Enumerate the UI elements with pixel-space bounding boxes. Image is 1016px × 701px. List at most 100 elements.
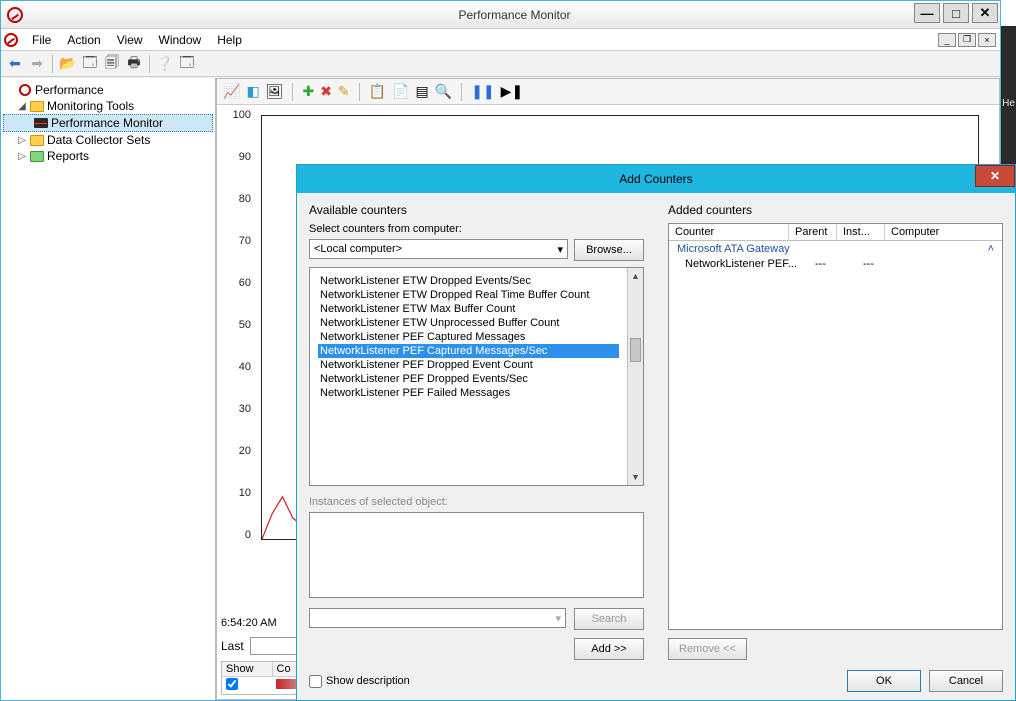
- copy-icon[interactable]: 🗐: [102, 54, 122, 74]
- counter-item[interactable]: NetworkListener PEF Failed Messages: [318, 386, 619, 400]
- search-button[interactable]: Search: [574, 608, 644, 630]
- menubar: File Action View Window Help _ ❐ ×: [1, 29, 1000, 51]
- separator: [149, 55, 150, 73]
- app-icon-small: [4, 33, 18, 47]
- added-column: Added counters Counter Parent Inst... Co…: [668, 203, 1003, 660]
- col-counter[interactable]: Counter: [669, 224, 789, 240]
- tree-reports[interactable]: ▷Reports: [3, 148, 213, 164]
- menu-help[interactable]: Help: [209, 30, 250, 50]
- chart-type-icon[interactable]: 📈: [223, 83, 240, 100]
- dialog-close-button[interactable]: ✕: [975, 165, 1015, 187]
- add-button[interactable]: Add >>: [574, 638, 644, 660]
- freeze-icon[interactable]: ❚❚: [471, 83, 494, 100]
- add-counter-icon[interactable]: ✚: [302, 83, 314, 100]
- col-computer[interactable]: Computer: [885, 224, 1002, 240]
- legend-col-show[interactable]: Show: [222, 662, 272, 677]
- forward-icon[interactable]: ➡: [27, 54, 47, 74]
- counter-item[interactable]: NetworkListener PEF Dropped Events/Sec: [318, 372, 619, 386]
- ok-button[interactable]: OK: [847, 670, 921, 692]
- mdi-restore[interactable]: ❐: [958, 33, 976, 47]
- instances-label: Instances of selected object:: [309, 496, 644, 508]
- update-icon[interactable]: ▶❚: [501, 83, 524, 100]
- tree-perfmon[interactable]: Performance Monitor: [3, 114, 213, 132]
- counter-item[interactable]: NetworkListener ETW Max Buffer Count: [318, 302, 619, 316]
- chart-toolbar: 📈 ◧ 🖼 ✚ ✖ ✎ 📋 📄 ▤ 🔍 ❚❚ ▶❚: [217, 79, 999, 105]
- col-instance[interactable]: Inst...: [837, 224, 885, 240]
- dialog-body: Available counters Select counters from …: [297, 193, 1015, 700]
- counter-item[interactable]: NetworkListener PEF Captured Messages: [318, 330, 619, 344]
- tree-label: Reports: [47, 149, 89, 163]
- col-parent[interactable]: Parent: [789, 224, 837, 240]
- counter-item[interactable]: NetworkListener ETW Unprocessed Buffer C…: [318, 316, 619, 330]
- x-axis-label: 6:54:20 AM: [221, 617, 277, 629]
- counter-listbox[interactable]: NetworkListener ETW Dropped Events/SecNe…: [309, 267, 644, 486]
- image-icon[interactable]: 🖼: [266, 83, 284, 100]
- maximize-button[interactable]: □: [943, 3, 969, 23]
- paste-icon[interactable]: 📄: [392, 83, 409, 100]
- computer-combo[interactable]: <Local computer>▾: [309, 239, 568, 259]
- menu-view[interactable]: View: [109, 30, 151, 50]
- tree-data-collector-sets[interactable]: ▷Data Collector Sets: [3, 132, 213, 148]
- ytick: 30: [221, 403, 251, 415]
- back-icon[interactable]: ⬅: [5, 54, 25, 74]
- titlebar: Performance Monitor — □ ✕: [1, 1, 1000, 29]
- browse-button[interactable]: Browse...: [574, 239, 644, 261]
- remove-button[interactable]: Remove <<: [668, 638, 747, 660]
- show-description-checkbox[interactable]: Show description: [309, 675, 410, 688]
- cube-icon[interactable]: ◧: [246, 83, 259, 100]
- folder-icon[interactable]: 📂: [58, 54, 78, 74]
- mdi-controls: _ ❐ ×: [938, 33, 1000, 47]
- props-icon[interactable]: 🗔: [177, 54, 197, 74]
- ytick: 50: [221, 319, 251, 331]
- menu-file[interactable]: File: [24, 30, 59, 50]
- app-icon: [7, 7, 23, 23]
- counter-item[interactable]: NetworkListener PEF Dropped Event Count: [318, 358, 619, 372]
- highlight-icon[interactable]: ✎: [338, 83, 350, 100]
- mdi-minimize[interactable]: _: [938, 33, 956, 47]
- ytick: 100: [221, 109, 251, 121]
- help-icon[interactable]: ❔: [155, 54, 175, 74]
- counter-item[interactable]: NetworkListener ETW Dropped Real Time Bu…: [318, 288, 619, 302]
- dialog-title: Add Counters: [619, 172, 692, 186]
- copy-icon[interactable]: 📋: [369, 83, 386, 100]
- window-buttons: — □ ✕: [914, 3, 998, 23]
- close-button[interactable]: ✕: [972, 3, 998, 23]
- tree-monitoring-tools[interactable]: ◢Monitoring Tools: [3, 98, 213, 114]
- mdi-close[interactable]: ×: [978, 33, 996, 47]
- ytick: 70: [221, 235, 251, 247]
- added-row[interactable]: NetworkListener PEF... --- ---: [669, 257, 1002, 271]
- tree-performance[interactable]: Performance: [3, 82, 213, 98]
- search-combo[interactable]: ▾: [309, 608, 566, 628]
- menu-window[interactable]: Window: [151, 30, 210, 50]
- scrollbar[interactable]: ▲▼: [627, 268, 643, 485]
- menu-action[interactable]: Action: [59, 30, 108, 50]
- tree-label: Monitoring Tools: [47, 99, 134, 113]
- instances-listbox[interactable]: [309, 512, 644, 598]
- tree-label: Data Collector Sets: [47, 133, 150, 147]
- separator: [52, 55, 53, 73]
- zoom-icon[interactable]: 🔍: [435, 83, 452, 100]
- legend-show-checkbox[interactable]: [226, 678, 238, 690]
- added-group[interactable]: Microsoft ATA Gateway˄: [669, 241, 1002, 257]
- chevron-down-icon: ▾: [557, 243, 563, 256]
- add-counters-dialog: Add Counters ✕ Available counters Select…: [296, 164, 1016, 701]
- print-icon[interactable]: 🖶: [124, 54, 144, 74]
- main-toolbar: ⬅ ➡ 📂 🗔 🗐 🖶 ❔ 🗔: [1, 51, 1000, 77]
- tree-label: Performance Monitor: [51, 116, 163, 130]
- view-icon[interactable]: 🗔: [80, 54, 100, 74]
- counter-item[interactable]: NetworkListener PEF Captured Messages/Se…: [318, 344, 619, 358]
- delete-counter-icon[interactable]: ✖: [320, 83, 332, 100]
- ytick: 20: [221, 445, 251, 457]
- select-computer-label: Select counters from computer:: [309, 223, 644, 235]
- cancel-button[interactable]: Cancel: [929, 670, 1003, 692]
- minimize-button[interactable]: —: [914, 3, 940, 23]
- tree-label: Performance: [35, 83, 104, 97]
- added-label: Added counters: [668, 203, 1003, 217]
- dialog-titlebar[interactable]: Add Counters ✕: [297, 165, 1015, 193]
- tree[interactable]: Performance ◢Monitoring Tools Performanc…: [1, 78, 216, 700]
- added-table[interactable]: Counter Parent Inst... Computer Microsof…: [668, 223, 1003, 630]
- counter-item[interactable]: NetworkListener ETW Dropped Events/Sec: [318, 274, 619, 288]
- available-label: Available counters: [309, 203, 644, 217]
- available-column: Available counters Select counters from …: [309, 203, 644, 660]
- properties-icon[interactable]: ▤: [416, 83, 429, 100]
